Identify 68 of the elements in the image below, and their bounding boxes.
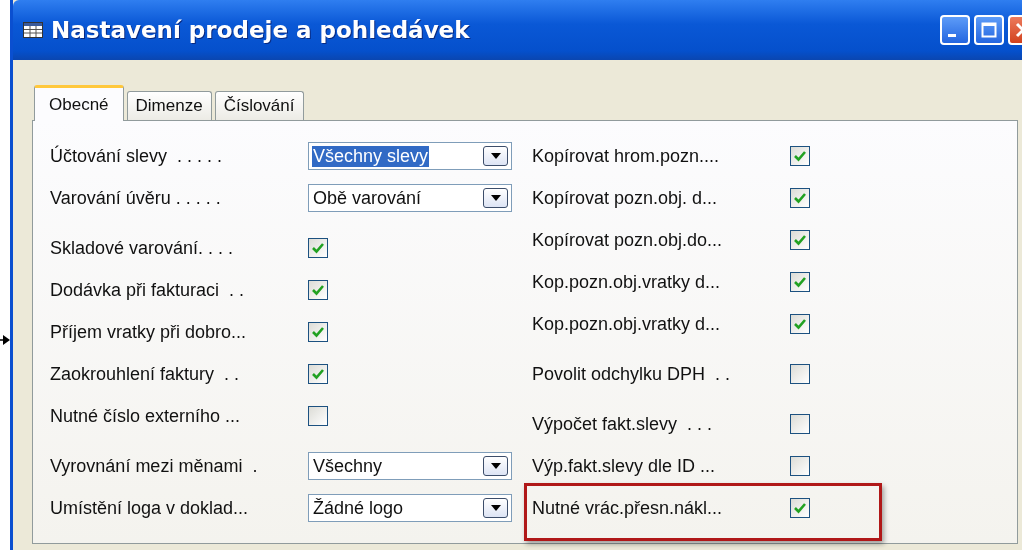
table-icon <box>23 22 43 38</box>
checkbox[interactable] <box>308 364 328 384</box>
tab[interactable]: Číslování <box>214 91 304 120</box>
dropdown-button[interactable] <box>483 146 508 166</box>
checkbox[interactable] <box>790 364 810 384</box>
check-icon <box>311 241 325 255</box>
field-label: Skladové varování. . . . <box>50 237 235 259</box>
caret-icon <box>490 153 501 159</box>
arrow-icon <box>0 333 10 347</box>
dropdown-field[interactable]: Obě varování <box>308 184 512 212</box>
checkbox[interactable] <box>790 498 810 518</box>
checkbox[interactable] <box>308 322 328 342</box>
check-icon <box>793 149 807 163</box>
field-label: Dodávka při fakturaci . . <box>50 279 246 301</box>
check-icon <box>793 501 807 515</box>
maximize-button[interactable] <box>974 15 1004 45</box>
checkbox[interactable] <box>790 314 810 334</box>
check-icon <box>311 325 325 339</box>
dropdown-field[interactable]: Všechny <box>308 452 512 480</box>
caret-icon <box>490 463 501 469</box>
selected-value: Všechny slevy <box>312 145 430 167</box>
field-label: Varování úvěru . . . . . <box>50 187 222 209</box>
tab[interactable]: Dimenze <box>126 91 212 120</box>
checkbox[interactable] <box>790 414 810 434</box>
selected-value: Všechny <box>312 455 384 477</box>
field-label: Povolit odchylku DPH . . <box>532 363 732 385</box>
minimize-icon <box>948 33 956 37</box>
checkbox[interactable] <box>790 188 810 208</box>
field-label: Kopírovat pozn.obj. d... <box>532 187 719 209</box>
field-label: Nutné vrác.přesn.nákl... <box>532 497 724 519</box>
selected-value: Žádné logo <box>312 497 405 519</box>
checkbox[interactable] <box>308 406 328 426</box>
caret-icon <box>490 195 501 201</box>
check-icon <box>793 191 807 205</box>
caret-icon <box>490 505 501 511</box>
checkbox[interactable] <box>308 280 328 300</box>
dropdown-button[interactable] <box>483 456 508 476</box>
selected-value: Obě varování <box>312 187 423 209</box>
checkbox[interactable] <box>790 272 810 292</box>
check-icon <box>311 367 325 381</box>
field-label: Kopírovat pozn.obj.do... <box>532 229 724 251</box>
check-icon <box>793 233 807 247</box>
field-label: Kopírovat hrom.pozn.... <box>532 145 721 167</box>
check-icon <box>793 275 807 289</box>
field-label: Zaokrouhlení faktury . . <box>50 363 241 385</box>
dropdown-button[interactable] <box>483 188 508 208</box>
check-icon <box>311 283 325 297</box>
field-label: Příjem vratky při dobro... <box>50 321 248 343</box>
checkbox[interactable] <box>308 238 328 258</box>
checkbox[interactable] <box>790 456 810 476</box>
maximize-icon <box>981 22 997 38</box>
field-label: Kop.pozn.obj.vratky d... <box>532 313 722 335</box>
field-label: Výpočet fakt.slevy . . . <box>532 413 714 435</box>
dropdown-field[interactable]: Všechny slevy <box>308 142 512 170</box>
dropdown-button[interactable] <box>483 498 508 518</box>
dropdown-field[interactable]: Žádné logo <box>308 494 512 522</box>
tab[interactable]: Obecné <box>34 85 124 121</box>
minimize-button[interactable] <box>940 15 970 45</box>
field-label: Vyrovnání mezi měnami . <box>50 455 259 477</box>
checkbox[interactable] <box>790 230 810 250</box>
window-title: Nastavení prodeje a pohledávek <box>51 17 471 43</box>
field-label: Umístění loga v doklad... <box>50 497 250 519</box>
field-label: Kop.pozn.obj.vratky d... <box>532 271 722 293</box>
field-label: Účtování slevy . . . . . <box>50 145 224 167</box>
field-label: Nutné číslo externího ... <box>50 405 242 427</box>
field-label: Výp.fakt.slevy dle ID ... <box>532 455 717 477</box>
checkbox[interactable] <box>790 146 810 166</box>
check-icon <box>793 317 807 331</box>
